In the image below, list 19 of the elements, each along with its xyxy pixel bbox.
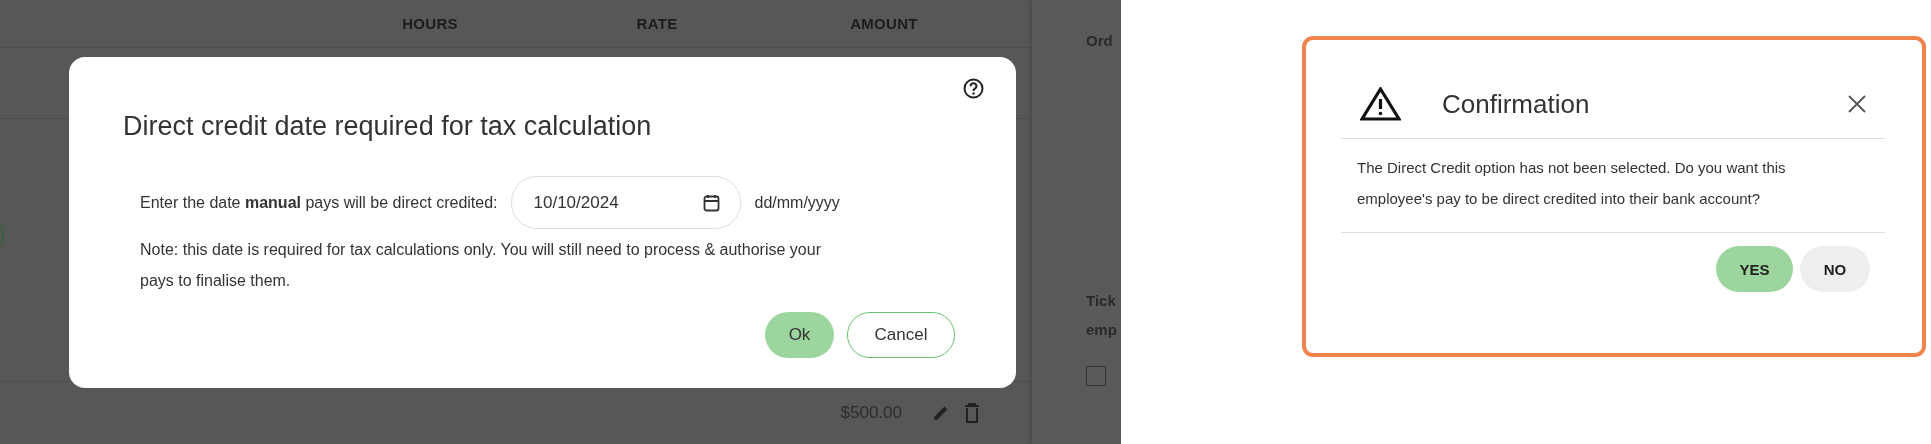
date-label: Enter the date manual pays will be direct credited: bbox=[140, 193, 498, 212]
dialog-title: Confirmation bbox=[1442, 88, 1591, 120]
calendar-icon[interactable] bbox=[702, 193, 720, 212]
column-header: AMOUNT bbox=[849, 15, 919, 32]
dialog-title: Direct credit date required for tax calculation bbox=[123, 110, 653, 143]
date-format-hint: dd/mm/yyyy bbox=[754, 193, 840, 212]
message-text: The Direct Credit option has not been selected. Do you want this employee's pay to be direct credited into their bank account? bbox=[1357, 158, 1787, 209]
checkbox[interactable] bbox=[1086, 366, 1106, 386]
no-button[interactable]: NO bbox=[1800, 246, 1870, 292]
column-header: RATE bbox=[635, 15, 679, 32]
date-field[interactable]: 10/10/2024 bbox=[510, 176, 741, 229]
ok-button[interactable]: Ok bbox=[765, 312, 834, 358]
note-text: Note: this date is required for tax calculations only. You will still need to process & authorise your pays to finalise them. bbox=[140, 240, 822, 291]
close-icon[interactable] bbox=[1848, 95, 1866, 113]
column-header: HOURS bbox=[401, 15, 459, 32]
yes-button[interactable]: YES bbox=[1716, 246, 1793, 292]
warning-icon bbox=[1360, 87, 1401, 121]
help-icon[interactable] bbox=[963, 78, 984, 99]
cancel-button[interactable]: Cancel bbox=[847, 312, 955, 358]
